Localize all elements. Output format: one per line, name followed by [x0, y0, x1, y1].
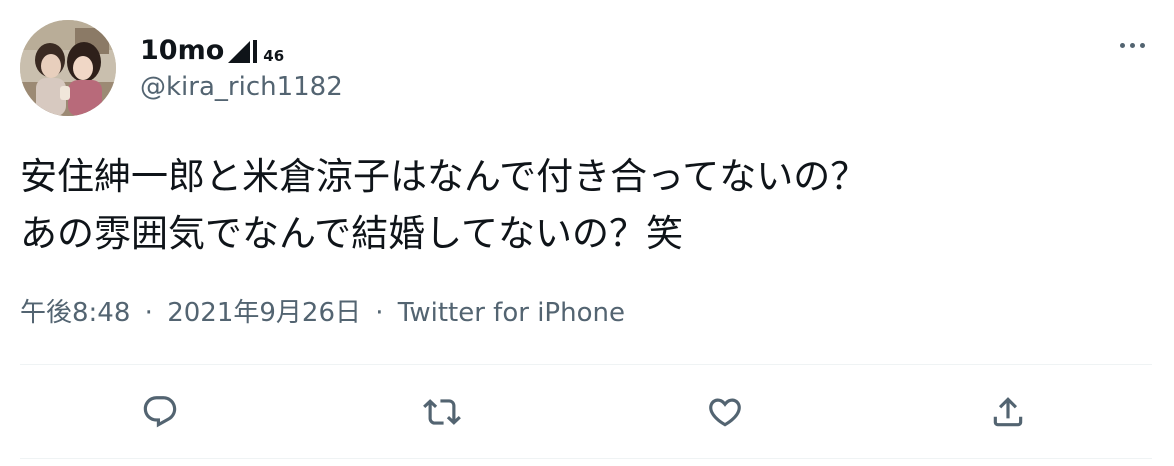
avatar-photo-image — [20, 20, 116, 116]
tweet-date[interactable]: 2021年9月26日 — [167, 298, 361, 328]
display-name[interactable]: 10mo 46 — [140, 28, 284, 74]
user-handle[interactable]: @kira_rich1182 — [140, 70, 343, 104]
tweet-text: 安住紳一郎と米倉涼子はなんで付き合ってないの？ あの雰囲気でなんで結婚してないの… — [20, 148, 1140, 262]
reply-icon — [143, 396, 177, 428]
tweet-source[interactable]: Twitter for iPhone — [398, 298, 625, 328]
like-icon — [709, 398, 741, 427]
divider — [20, 458, 1152, 459]
tweet-meta: 午後8:48 · 2021年9月26日 · Twitter for iPhone — [20, 296, 625, 330]
signal-bars-icon — [226, 38, 262, 64]
tweet-card: 10mo 46 @kira_rich1182 安住紳一郎と米倉涼子はなんで付き合… — [0, 0, 1174, 466]
display-name-text: 10mo — [140, 35, 225, 66]
more-options-button[interactable] — [1110, 30, 1154, 60]
avatar[interactable] — [20, 20, 116, 116]
retweet-button[interactable] — [420, 390, 464, 434]
meta-separator: · — [144, 298, 153, 328]
tweet-text-line: あの雰囲気でなんで結婚してないの？笑 — [20, 212, 684, 255]
tweet-time[interactable]: 午後8:48 — [20, 298, 130, 328]
reply-button[interactable] — [138, 390, 182, 434]
meta-separator: · — [375, 298, 384, 328]
name-badge-number: 46 — [263, 47, 285, 65]
like-button[interactable] — [703, 390, 747, 434]
more-dot — [1129, 42, 1135, 48]
retweet-icon — [423, 399, 461, 425]
tweet-text-line: 安住紳一郎と米倉涼子はなんで付き合ってないの？ — [20, 155, 868, 198]
divider — [20, 364, 1152, 365]
share-button[interactable] — [986, 390, 1030, 434]
share-icon — [993, 397, 1023, 427]
more-dot — [1139, 42, 1145, 48]
more-horizontal-icon — [1119, 42, 1125, 48]
